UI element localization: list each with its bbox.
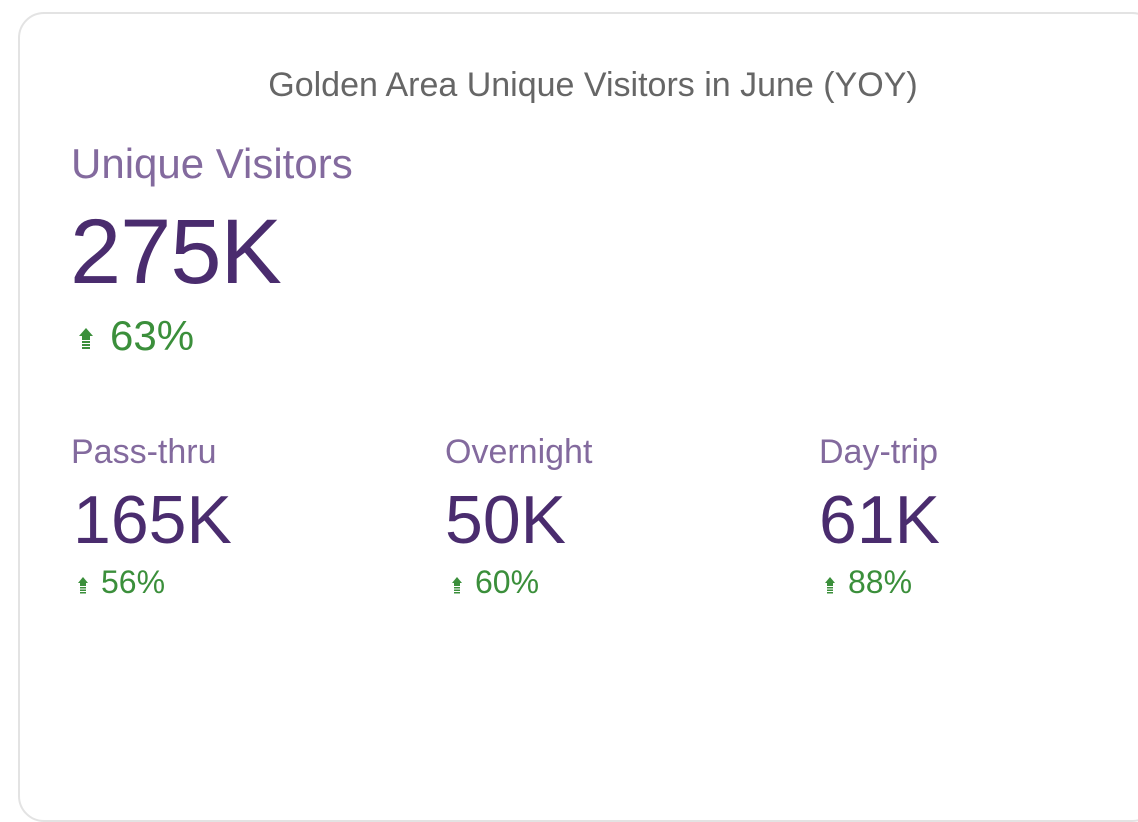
pass-thru-label: Pass-thru [71,433,217,471]
pass-thru-value: 165K [73,482,232,558]
overnight-value: 50K [445,482,566,558]
pass-thru-change-value: 56% [101,564,166,600]
day-trip-change-value: 88% [848,564,913,600]
arrow-up-icon [78,327,94,351]
arrow-up-icon [451,576,463,594]
main-metric-value: 275K [70,201,282,303]
main-metric-change: 63% [78,312,194,360]
main-metric-label: Unique Visitors [71,140,353,187]
day-trip-change: 88% [824,564,912,601]
day-trip-value: 61K [819,482,940,558]
card-title: Golden Area Unique Visitors in June (YOY… [268,66,918,104]
arrow-up-icon [77,576,89,594]
day-trip-label: Day-trip [819,433,939,471]
overnight-change: 60% [451,564,539,601]
overnight-label: Overnight [445,433,593,471]
kpi-card: Golden Area Unique Visitors in June (YOY… [18,12,1138,822]
main-metric-change-value: 63% [110,312,195,359]
overnight-change-value: 60% [475,564,540,600]
pass-thru-change: 56% [77,564,165,601]
arrow-up-icon [824,576,836,594]
